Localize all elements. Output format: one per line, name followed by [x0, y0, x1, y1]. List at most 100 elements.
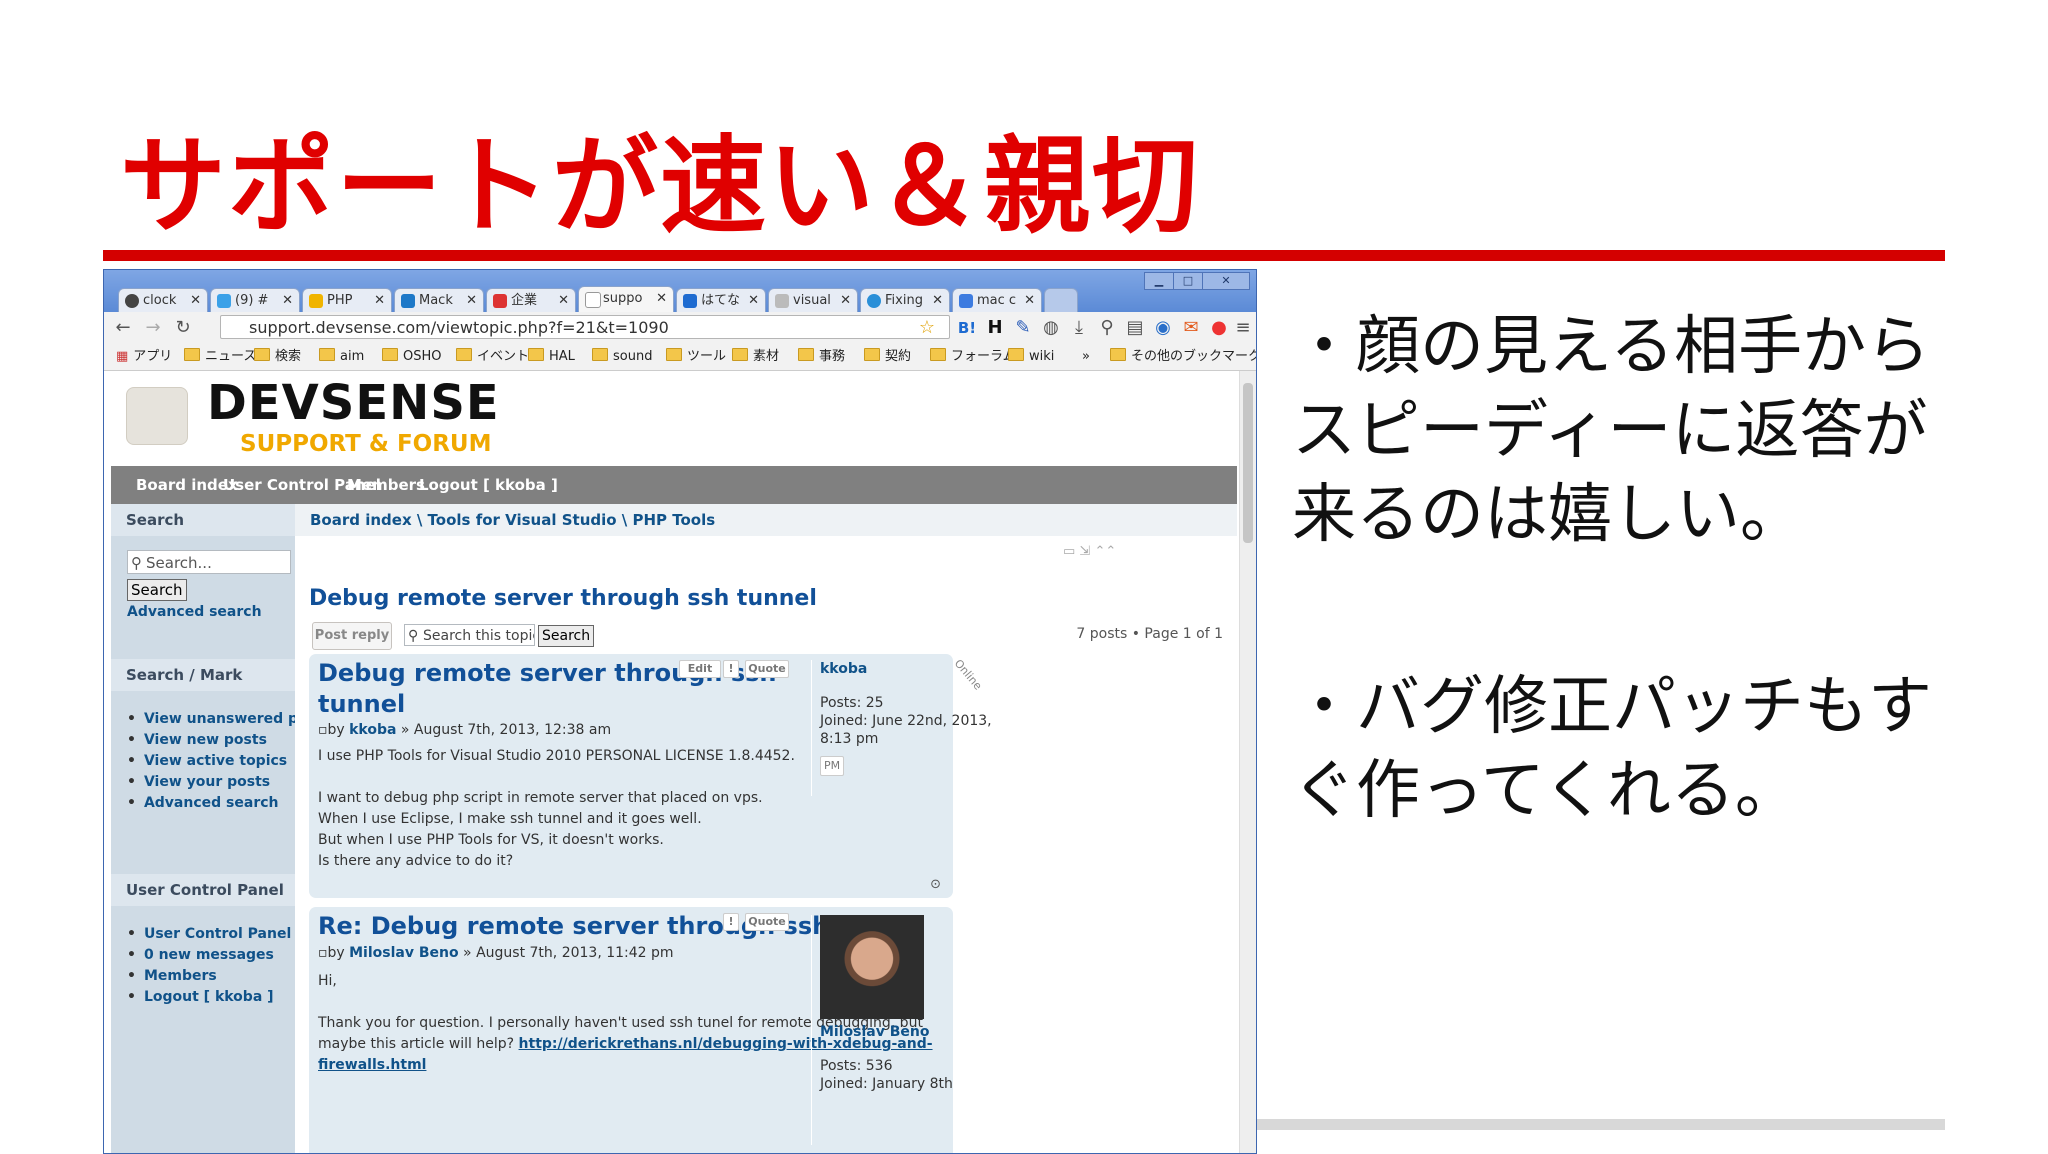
- tab-fixing[interactable]: Fixing ✕: [860, 288, 950, 312]
- close-icon[interactable]: ✕: [1024, 289, 1035, 312]
- hatena-bookmark-icon[interactable]: B!: [956, 317, 978, 339]
- close-window-button[interactable]: ✕: [1202, 272, 1250, 290]
- star-icon[interactable]: ☆: [916, 317, 938, 339]
- forward-icon[interactable]: →: [142, 317, 164, 339]
- new-tab-button[interactable]: [1044, 288, 1078, 312]
- topic-title[interactable]: Debug remote server through ssh tunnel: [309, 586, 817, 611]
- tab-clock[interactable]: clock ✕: [118, 288, 208, 312]
- bullet-2-line-2: ぐ作ってくれる。: [1292, 754, 1799, 828]
- sidebar-advanced-search[interactable]: Advanced search: [127, 604, 262, 620]
- scroll-thumb[interactable]: [1243, 383, 1253, 543]
- bookmark-folder[interactable]: wiki: [1008, 348, 1054, 366]
- globe-icon[interactable]: ◍: [1040, 317, 1062, 339]
- close-icon[interactable]: ✕: [374, 289, 385, 312]
- mail-icon[interactable]: ✉: [1180, 317, 1202, 339]
- bookmark-folder[interactable]: フォーラム: [930, 348, 1016, 366]
- tab-support-active[interactable]: suppo ✕: [578, 286, 674, 312]
- bookmark-folder[interactable]: sound: [592, 348, 652, 366]
- bookmark-folder[interactable]: HAL: [528, 348, 575, 366]
- nav-logout[interactable]: Logout [ kkoba ]: [419, 466, 558, 504]
- extension-icon[interactable]: ◉: [1152, 317, 1174, 339]
- folder-icon: [930, 348, 946, 361]
- bookmark-apps[interactable]: ▦ アプリ: [116, 348, 172, 366]
- sidebar-item-ucp[interactable]: User Control Panel: [127, 924, 291, 945]
- bookmark-folder[interactable]: OSHO: [382, 348, 442, 366]
- close-icon[interactable]: ✕: [840, 289, 851, 312]
- download-icon[interactable]: ⤓: [1068, 317, 1090, 339]
- close-icon[interactable]: ✕: [466, 289, 477, 312]
- print-icon[interactable]: ▭ ⇲ ⌃⌃: [1063, 544, 1116, 559]
- bottom-divider: [1255, 1119, 1945, 1130]
- post-1-author[interactable]: kkoba: [349, 722, 396, 738]
- post-2-profile: Miloslav Beno Posts: 536 Joined: January…: [811, 915, 953, 1145]
- bookmark-folder[interactable]: イベント: [456, 348, 529, 366]
- bookmark-folder[interactable]: 事務: [798, 348, 845, 366]
- h-icon[interactable]: H: [984, 317, 1006, 339]
- bookmark-folder[interactable]: ツール: [666, 348, 726, 366]
- search-icon: ⚲: [408, 628, 419, 644]
- main-content: Board index \ Tools for Visual Studio \ …: [295, 504, 1237, 1153]
- bookmark-folder[interactable]: 検索: [254, 348, 301, 366]
- bookmark-folder[interactable]: 素材: [732, 348, 779, 366]
- sidebar-search-button[interactable]: Search: [127, 579, 187, 601]
- google-icon: [959, 294, 973, 308]
- extension-icon[interactable]: ✎: [1012, 317, 1034, 339]
- close-icon[interactable]: ✕: [656, 287, 667, 311]
- quote-button[interactable]: Quote: [745, 660, 789, 678]
- tab-twitter[interactable]: (9) # ✕: [210, 288, 300, 312]
- close-icon[interactable]: ✕: [932, 289, 943, 312]
- report-button[interactable]: !: [723, 913, 739, 931]
- tab-mack[interactable]: Mack ✕: [394, 288, 484, 312]
- folder-icon: [319, 348, 335, 361]
- pm-button[interactable]: PM: [820, 756, 845, 776]
- logo-title[interactable]: DEVSENSE: [207, 375, 500, 431]
- extension-icon[interactable]: ▤: [1124, 317, 1146, 339]
- topic-search-input[interactable]: ⚲Search this topic...: [404, 624, 535, 646]
- menu-icon[interactable]: ≡: [1232, 317, 1254, 339]
- tab-visual[interactable]: visual ✕: [768, 288, 858, 312]
- sidebar-search-heading: Search: [111, 504, 295, 536]
- close-icon[interactable]: ✕: [748, 289, 759, 312]
- logo-subtitle: SUPPORT & FORUM: [240, 431, 492, 457]
- bookmark-folder[interactable]: ニュース: [184, 348, 256, 366]
- tab-strip: clock ✕ (9) # ✕ PHP ✕ Mack ✕ 企業 ✕ suppo ✕ はてな ✕…: [104, 270, 1256, 312]
- sidebar-item-logout[interactable]: Logout [ kkoba ]: [127, 987, 291, 1008]
- address-bar[interactable]: support.devsense.com/viewtopic.php?f=21&…: [220, 315, 950, 339]
- site-icon: [401, 294, 415, 308]
- nav-members[interactable]: Members: [347, 466, 425, 504]
- bookmarks-overflow[interactable]: »: [1082, 348, 1090, 366]
- back-to-top-icon[interactable]: ⊙: [930, 877, 941, 892]
- tab-php[interactable]: PHP ✕: [302, 288, 392, 312]
- scrollbar[interactable]: [1239, 371, 1256, 1153]
- close-icon[interactable]: ✕: [282, 289, 293, 312]
- bookmark-folder[interactable]: 契約: [864, 348, 911, 366]
- tab-kigyo[interactable]: 企業 ✕: [486, 288, 576, 312]
- title-divider: [103, 250, 1945, 261]
- maximize-button[interactable]: □: [1173, 272, 1203, 290]
- bullet-point-1: ・顔の見える相手から スピーディーに返答が 来るのは嬉しい。: [1292, 305, 1930, 557]
- tab-hatena[interactable]: はてな ✕: [676, 288, 766, 312]
- report-button[interactable]: !: [723, 660, 739, 678]
- sidebar-search-input[interactable]: ⚲ Search...: [127, 550, 291, 574]
- tab-google[interactable]: mac c ✕: [952, 288, 1042, 312]
- post-reply-button[interactable]: Post reply: [312, 622, 392, 650]
- close-icon[interactable]: ✕: [558, 289, 569, 312]
- quote-button[interactable]: Quote: [745, 913, 789, 931]
- topic-search-button[interactable]: Search: [538, 625, 595, 647]
- edit-button[interactable]: Edit: [679, 660, 721, 678]
- pagination-info: 7 posts • Page 1 of 1: [1076, 626, 1223, 642]
- sidebar-item-messages[interactable]: 0 new messages: [127, 945, 291, 966]
- reload-icon[interactable]: ↻: [172, 317, 194, 339]
- breadcrumb[interactable]: Board index \ Tools for Visual Studio \ …: [295, 504, 1237, 536]
- minimize-button[interactable]: ▁: [1144, 272, 1174, 290]
- bookmark-folder[interactable]: aim: [319, 348, 364, 366]
- sidebar-item-members[interactable]: Members: [127, 966, 291, 987]
- post-2-author[interactable]: Miloslav Beno: [349, 945, 458, 961]
- folder-icon: [184, 348, 200, 361]
- other-bookmarks[interactable]: その他のブックマーク: [1110, 348, 1256, 366]
- profile-username[interactable]: Miloslav Beno: [820, 1023, 953, 1041]
- close-icon[interactable]: ✕: [190, 289, 201, 312]
- back-icon[interactable]: ←: [112, 317, 134, 339]
- extension-icon[interactable]: ●: [1208, 317, 1230, 339]
- extension-icon[interactable]: ⚲: [1096, 317, 1118, 339]
